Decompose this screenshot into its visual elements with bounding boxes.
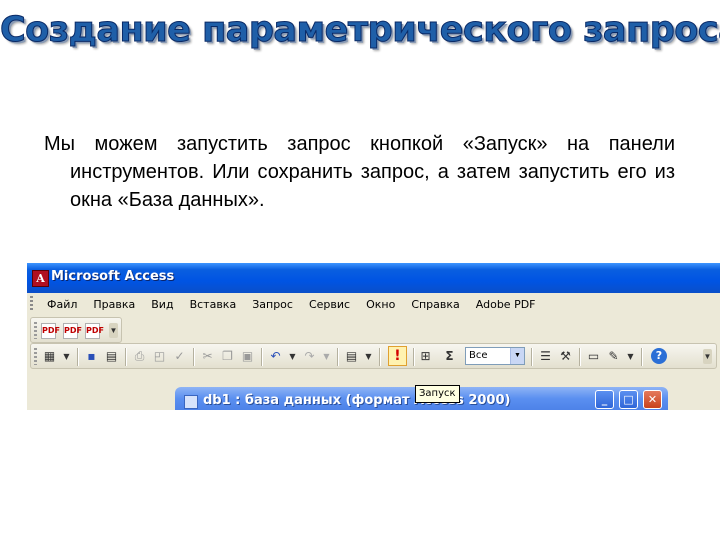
chevron-down-icon[interactable]: ▼ <box>622 348 639 365</box>
print-preview-icon[interactable]: ◰ <box>151 348 168 365</box>
toolbar-grip-handle[interactable] <box>34 322 37 339</box>
save-icon[interactable]: ▪ <box>83 348 100 365</box>
menu-file[interactable]: Файл <box>47 298 77 311</box>
app-title: Microsoft Access <box>51 269 175 284</box>
toolbar-separator <box>413 348 414 366</box>
close-icon[interactable]: ✕ <box>643 390 662 409</box>
toolbar-separator <box>641 348 642 366</box>
menu-adobe-pdf[interactable]: Adobe PDF <box>476 298 536 311</box>
file-search-icon[interactable]: ▤ <box>103 348 120 365</box>
show-table-icon[interactable]: ⊞ <box>417 348 434 365</box>
top-values-dropdown[interactable]: Все ▼ <box>465 347 525 365</box>
new-object-icon[interactable]: ✎ <box>605 348 622 365</box>
access-screenshot: A Microsoft Access Файл Правка Вид Встав… <box>27 263 720 410</box>
builder-icon[interactable]: ⚒ <box>557 348 574 365</box>
database-window-title: db1 : база данных (формат Access 2000) <box>203 393 511 408</box>
spelling-icon[interactable]: ✓ <box>171 348 188 365</box>
redo-icon[interactable]: ↷ <box>301 348 318 365</box>
chevron-down-icon[interactable]: ▼ <box>58 348 75 365</box>
copy-icon[interactable]: ❐ <box>219 348 236 365</box>
menu-query[interactable]: Запрос <box>252 298 293 311</box>
menu-bar: Файл Правка Вид Вставка Запрос Сервис Ок… <box>27 293 720 315</box>
chevron-down-icon[interactable]: ▼ <box>109 323 118 338</box>
toolbar-grip-handle[interactable] <box>34 348 37 365</box>
pdf-icon[interactable]: PDF <box>41 323 60 339</box>
toolbar-separator <box>379 348 380 366</box>
help-icon[interactable]: ? <box>651 348 667 364</box>
pdf-icon[interactable]: PDF <box>63 323 82 339</box>
pdf-icon[interactable]: PDF <box>85 323 104 339</box>
menu-help[interactable]: Справка <box>411 298 459 311</box>
menu-window[interactable]: Окно <box>366 298 395 311</box>
database-window-icon[interactable]: ▭ <box>585 348 602 365</box>
chevron-down-icon[interactable]: ▼ <box>703 349 712 364</box>
toolbar-separator <box>125 348 126 366</box>
access-key-icon: A <box>32 270 49 287</box>
paste-icon[interactable]: ▣ <box>239 348 256 365</box>
top-values-selected: Все <box>469 350 488 361</box>
toolbar-separator <box>337 348 338 366</box>
chevron-down-icon[interactable]: ▼ <box>284 348 301 365</box>
maximize-icon[interactable]: □ <box>619 390 638 409</box>
database-icon <box>184 395 198 409</box>
minimize-icon[interactable]: _ <box>595 390 614 409</box>
menu-insert[interactable]: Вставка <box>190 298 237 311</box>
totals-icon[interactable]: Σ <box>441 348 458 365</box>
chevron-down-icon[interactable]: ▼ <box>510 348 524 364</box>
toolbar-separator <box>531 348 532 366</box>
menu-edit[interactable]: Правка <box>93 298 135 311</box>
query-design-toolbar: ▦ ▼ ▪ ▤ ⎙ ◰ ✓ ✂ ❐ ▣ ↶ ▼ ↷ ▼ ▤ ▼ ! ⊞ Σ Вс… <box>30 343 717 369</box>
menu-tools[interactable]: Сервис <box>309 298 350 311</box>
run-tooltip: Запуск <box>415 385 460 403</box>
toolbar-separator <box>261 348 262 366</box>
properties-icon[interactable]: ☰ <box>537 348 554 365</box>
undo-icon[interactable]: ↶ <box>267 348 284 365</box>
app-titlebar: A Microsoft Access <box>27 263 720 293</box>
toolbar-separator <box>579 348 580 366</box>
pdf-toolbar: PDF PDF PDF ▼ <box>30 317 122 343</box>
menu-view[interactable]: Вид <box>151 298 173 311</box>
menu-grip-handle[interactable] <box>30 296 33 312</box>
run-icon[interactable]: ! <box>388 346 407 366</box>
print-icon[interactable]: ⎙ <box>131 348 148 365</box>
datasheet-view-icon[interactable]: ▦ <box>41 348 58 365</box>
query-type-icon[interactable]: ▤ <box>343 348 360 365</box>
chevron-down-icon[interactable]: ▼ <box>360 348 377 365</box>
slide-title: Создание параметрического запроса <box>0 10 720 51</box>
toolbar-separator <box>193 348 194 366</box>
chevron-down-icon[interactable]: ▼ <box>318 348 335 365</box>
cut-icon[interactable]: ✂ <box>199 348 216 365</box>
toolbar-separator <box>77 348 78 366</box>
slide-body-text: Мы можем запустить запрос кнопкой «Запус… <box>44 133 675 211</box>
